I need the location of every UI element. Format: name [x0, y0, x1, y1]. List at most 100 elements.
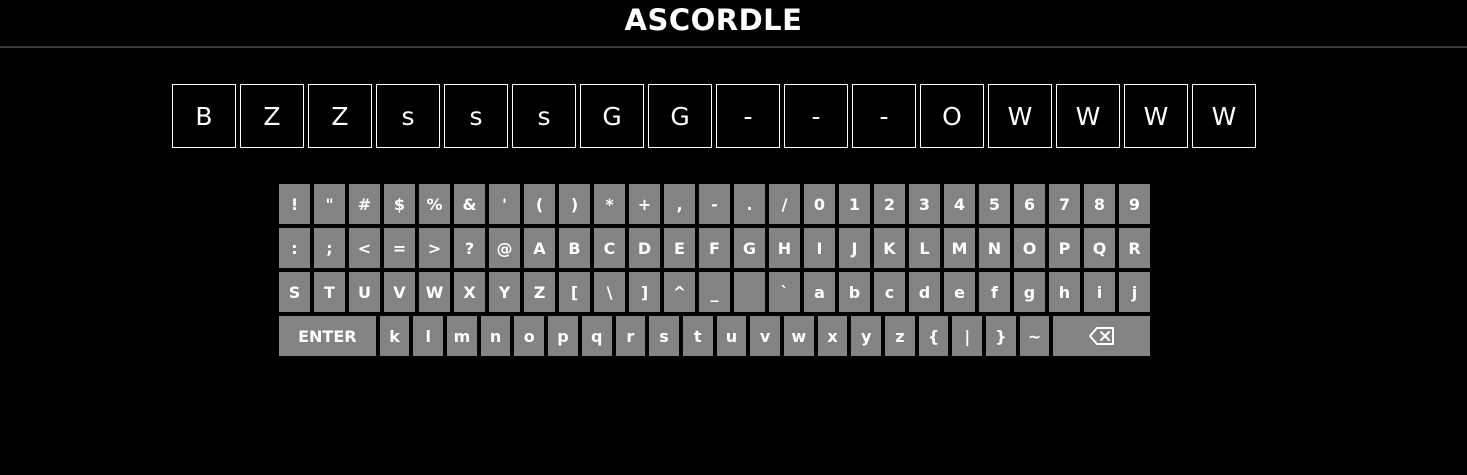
keyboard-key[interactable]: E	[664, 228, 695, 268]
keyboard-key[interactable]: o	[514, 316, 545, 356]
keyboard-key[interactable]: T	[314, 272, 345, 312]
keyboard-key[interactable]: @	[489, 228, 520, 268]
keyboard-key[interactable]: *	[594, 184, 625, 224]
keyboard-key[interactable]: )	[559, 184, 590, 224]
keyboard-key[interactable]: 3	[909, 184, 940, 224]
keyboard-key[interactable]: :	[279, 228, 310, 268]
keyboard-key[interactable]: -	[699, 184, 730, 224]
keyboard-key[interactable]: U	[349, 272, 380, 312]
keyboard-key[interactable]: Q	[1084, 228, 1115, 268]
keyboard-key[interactable]: t	[682, 316, 713, 356]
keyboard-key[interactable]: B	[559, 228, 590, 268]
on-screen-keyboard: ! " # $% & '() * +, -./0 1 2 3 4 5 6 7 8 9:; < = >? @ A B C D E F G H…	[279, 184, 1151, 360]
keyboard-key[interactable]: R	[1119, 228, 1150, 268]
keyboard-key[interactable]: =	[384, 228, 415, 268]
keyboard-key[interactable]: /	[769, 184, 800, 224]
keyboard-key[interactable]: ?	[454, 228, 485, 268]
keyboard-key[interactable]: K	[874, 228, 905, 268]
keyboard-key[interactable]: X	[454, 272, 485, 312]
keyboard-key[interactable]: ,	[664, 184, 695, 224]
keyboard-key[interactable]: l	[413, 316, 444, 356]
keyboard-key[interactable]	[734, 272, 765, 312]
keyboard-key[interactable]: "	[314, 184, 345, 224]
keyboard-key[interactable]: G	[734, 228, 765, 268]
keyboard-key[interactable]: k	[379, 316, 410, 356]
keyboard-key[interactable]: F	[699, 228, 730, 268]
keyboard-key[interactable]: ]	[629, 272, 660, 312]
keyboard-key[interactable]: s	[649, 316, 679, 356]
keyboard-key[interactable]: h	[1049, 272, 1080, 312]
keyboard-key[interactable]: 0	[804, 184, 835, 224]
keyboard-key[interactable]: #	[349, 184, 380, 224]
keyboard-key[interactable]: d	[909, 272, 940, 312]
keyboard-key[interactable]: r	[615, 316, 646, 356]
keyboard-key[interactable]: [	[559, 272, 590, 312]
keyboard-key[interactable]: I	[804, 228, 835, 268]
keyboard-key[interactable]: ~	[1019, 316, 1050, 356]
keyboard-key[interactable]: (	[524, 184, 555, 224]
keyboard-key[interactable]: !	[279, 184, 310, 224]
keyboard-key[interactable]: O	[1014, 228, 1045, 268]
keyboard-key[interactable]: H	[769, 228, 800, 268]
keyboard-key[interactable]: i	[1084, 272, 1115, 312]
keyboard-key[interactable]: +	[629, 184, 660, 224]
keyboard-key[interactable]: S	[279, 272, 310, 312]
keyboard-key[interactable]: z	[885, 316, 915, 356]
keyboard-key[interactable]: W	[419, 272, 450, 312]
keyboard-key[interactable]: Z	[524, 272, 555, 312]
keyboard-key[interactable]: N	[979, 228, 1010, 268]
keyboard-key[interactable]: L	[909, 228, 940, 268]
keyboard-key[interactable]: |	[952, 316, 983, 356]
keyboard-key[interactable]: 8	[1084, 184, 1115, 224]
keyboard-key[interactable]: n	[480, 316, 511, 356]
keyboard-key[interactable]: ;	[314, 228, 345, 268]
keyboard-key[interactable]: e	[944, 272, 975, 312]
keyboard-key[interactable]: >	[419, 228, 450, 268]
keyboard-key[interactable]: c	[874, 272, 905, 312]
enter-key[interactable]: ENTER	[279, 316, 376, 356]
keyboard-key[interactable]: q	[581, 316, 612, 356]
keyboard-key[interactable]: &	[454, 184, 485, 224]
keyboard-key[interactable]: `	[769, 272, 800, 312]
keyboard-key[interactable]: J	[839, 228, 870, 268]
keyboard-key[interactable]: m	[447, 316, 477, 356]
keyboard-key[interactable]: g	[1014, 272, 1045, 312]
keyboard-key[interactable]: 7	[1049, 184, 1080, 224]
keyboard-key[interactable]: $	[384, 184, 415, 224]
keyboard-key[interactable]: u	[716, 316, 747, 356]
keyboard-key[interactable]: M	[944, 228, 975, 268]
keyboard-key[interactable]: y	[851, 316, 882, 356]
letter-tile: G	[648, 84, 712, 148]
keyboard-key[interactable]: _	[699, 272, 730, 312]
keyboard-key[interactable]: a	[804, 272, 835, 312]
keyboard-key[interactable]: p	[548, 316, 578, 356]
keyboard-key[interactable]: C	[594, 228, 625, 268]
keyboard-key[interactable]: x	[817, 316, 848, 356]
keyboard-key[interactable]: 6	[1014, 184, 1045, 224]
keyboard-key[interactable]: <	[349, 228, 380, 268]
keyboard-key[interactable]: j	[1119, 272, 1150, 312]
keyboard-key[interactable]: V	[384, 272, 415, 312]
keyboard-key[interactable]: }	[986, 316, 1016, 356]
keyboard-key[interactable]: b	[839, 272, 870, 312]
keyboard-key[interactable]: 1	[839, 184, 870, 224]
backspace-key[interactable]	[1053, 316, 1151, 356]
keyboard-key[interactable]: '	[489, 184, 520, 224]
letter-tile: s	[512, 84, 576, 148]
keyboard-key[interactable]: {	[918, 316, 949, 356]
keyboard-key[interactable]: 2	[874, 184, 905, 224]
keyboard-key[interactable]: f	[979, 272, 1010, 312]
keyboard-key[interactable]: v	[750, 316, 780, 356]
keyboard-key[interactable]: \	[594, 272, 625, 312]
keyboard-key[interactable]: ^	[664, 272, 695, 312]
keyboard-key[interactable]: Y	[489, 272, 520, 312]
keyboard-key[interactable]: 9	[1119, 184, 1150, 224]
keyboard-key[interactable]: .	[734, 184, 765, 224]
keyboard-key[interactable]: P	[1049, 228, 1080, 268]
keyboard-key[interactable]: 4	[944, 184, 975, 224]
keyboard-key[interactable]: w	[783, 316, 814, 356]
keyboard-key[interactable]: %	[419, 184, 450, 224]
keyboard-key[interactable]: 5	[979, 184, 1010, 224]
keyboard-key[interactable]: A	[524, 228, 555, 268]
keyboard-key[interactable]: D	[629, 228, 660, 268]
